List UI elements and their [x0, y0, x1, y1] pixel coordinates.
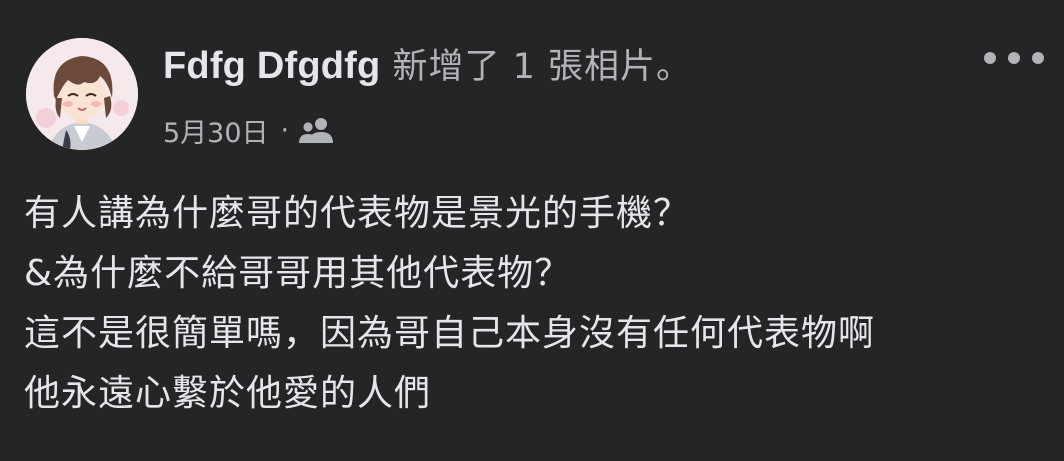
post-body-line: &為什麼不給哥哥用其他代表物？ — [24, 253, 572, 294]
author-avatar[interactable] — [26, 38, 138, 150]
post-meta: 5月30日 · — [163, 111, 335, 150]
more-dot — [1032, 52, 1044, 64]
author-name[interactable]: Fdfg Dfgdfg — [163, 45, 380, 88]
post-body-line: 有人講為什麼哥的代表物是景光的手機？ — [24, 193, 691, 234]
post-body: 有人講為什麼哥的代表物是景光的手機？ &為什麼不給哥哥用其他代表物？ 這不是很簡… — [24, 184, 1044, 424]
post-date[interactable]: 5月30日 — [163, 111, 269, 150]
post-header: Fdfg Dfgdfg 新增了 1 張相片。 — [163, 38, 692, 88]
post-body-line: 他永遠心繫於他愛的人們 — [24, 373, 432, 414]
friends-icon[interactable] — [299, 116, 335, 144]
post-card: Fdfg Dfgdfg 新增了 1 張相片。 5月30日 · 有人講為什麼哥的代… — [0, 0, 1064, 461]
more-options-button[interactable] — [984, 40, 1044, 76]
post-action-text: 新增了 1 張相片。 — [392, 47, 692, 87]
post-body-line: 這不是很簡單嗎，因為哥自己本身沒有任何代表物啊 — [24, 313, 876, 354]
more-dot — [1008, 52, 1020, 64]
more-horizontal-icon — [984, 52, 996, 64]
avatar-illustration — [26, 38, 138, 150]
meta-separator: · — [280, 114, 290, 146]
